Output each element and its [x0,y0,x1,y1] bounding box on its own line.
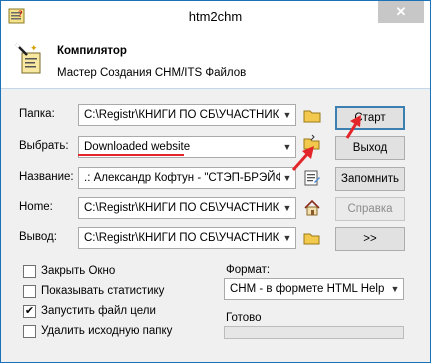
more-button[interactable]: >> [335,227,405,251]
svg-text:✦: ✦ [30,44,38,54]
name-label: Название: [19,171,74,183]
chevron-down-icon: ▼ [282,110,292,120]
chevron-down-icon: ▼ [390,284,400,294]
checkbox-checked[interactable]: ✔ [23,305,36,318]
home-label: Home: [19,201,53,213]
wizard-header: ✦ Компилятор Мастер Создания CHM/ITS Фай… [1,31,430,89]
checkbox[interactable] [23,325,36,338]
annotation-arrow [345,115,361,139]
output-combo[interactable]: C:\Registr\КНИГИ ПО СБ\УЧАСТНИК ▼ [78,227,296,249]
select-label: Выбрать: [19,140,69,152]
format-value: CHM - в формете HTML Help [230,283,385,295]
header-title: Компилятор [57,45,127,57]
checkbox[interactable] [23,285,36,298]
folder-label: Папка: [19,108,55,120]
annotation-arrow [291,146,314,171]
folder-value: C:\Registr\КНИГИ ПО СБ\УЧАСТНИК [84,109,280,121]
close-icon: ✕ [395,4,407,19]
annotation-underline [78,154,184,156]
format-select[interactable]: CHM - в формете HTML Help ▼ [224,278,404,300]
remember-button[interactable]: Запомнить [335,167,405,191]
window-title: htm2chm [188,9,243,24]
open-folder-icon[interactable] [303,229,321,247]
home-combo[interactable]: C:\Registr\КНИГИ ПО СБ\УЧАСТНИК ▼ [78,197,296,219]
home-value: C:\Registr\КНИГИ ПО СБ\УЧАСТНИК [84,202,280,214]
chevron-down-icon: ▼ [282,203,292,213]
chevron-down-icon: ▼ [282,233,292,243]
title-bar: ? htm2chm ✕ [1,1,430,31]
header-subtitle: Мастер Создания CHM/ITS Файлов [57,67,247,79]
name-combo[interactable]: .: Александр Кофтун - "СТЭП-БРЭЙФ ▼ [78,167,296,189]
folder-icon[interactable] [303,107,321,125]
name-value: .: Александр Кофтун - "СТЭП-БРЭЙФ [84,172,280,184]
wizard-icon: ✦ [15,43,41,74]
app-window: ? htm2chm ✕ ✦ Компилятор Мастер Создания… [0,0,431,363]
output-value: C:\Registr\КНИГИ ПО СБ\УЧАСТНИК [84,232,280,244]
home-icon[interactable] [303,199,321,217]
checkbox[interactable] [23,265,36,278]
progress-bar [224,326,404,339]
format-label: Формат: [226,264,271,276]
main-panel: Папка: C:\Registr\КНИГИ ПО СБ\УЧАСТНИК ▼… [1,90,430,362]
folder-combo[interactable]: C:\Registr\КНИГИ ПО СБ\УЧАСТНИК ▼ [78,104,296,126]
status-label: Готово [226,312,262,324]
close-button[interactable]: ✕ [378,1,424,23]
output-label: Вывод: [19,231,57,243]
help-button[interactable]: Справка [335,197,405,221]
